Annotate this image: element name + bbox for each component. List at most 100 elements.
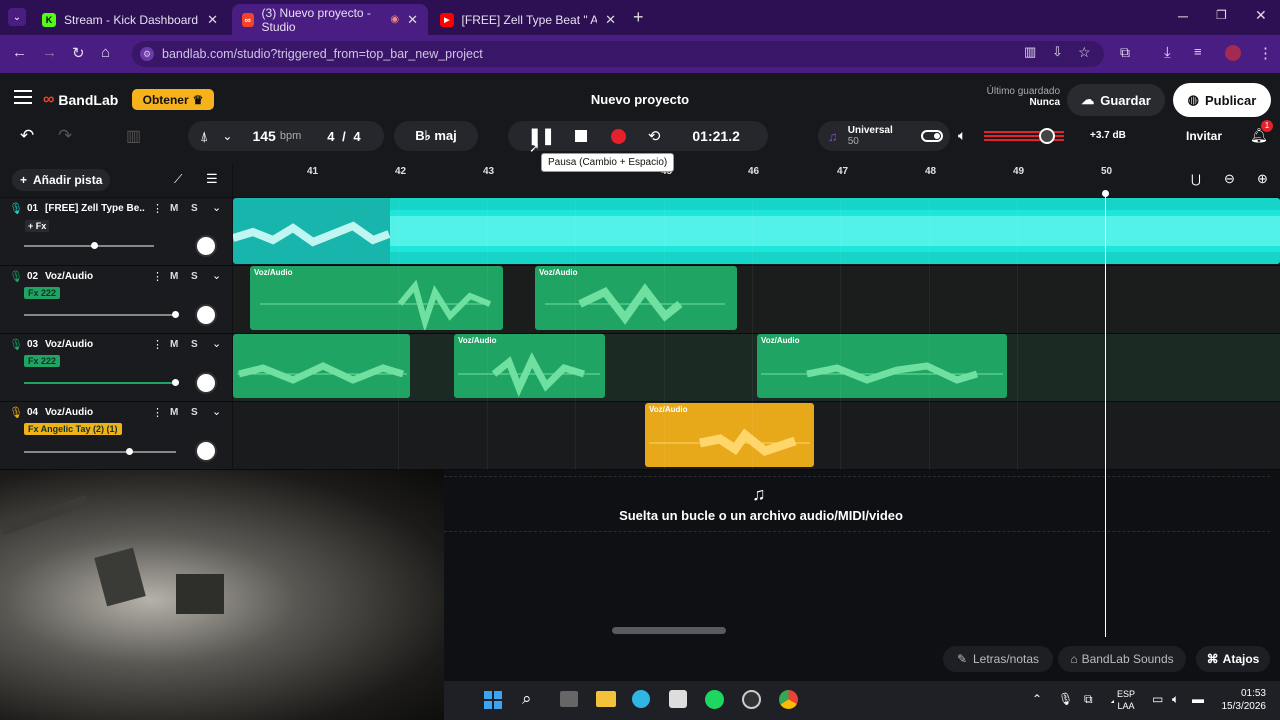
solo-button[interactable]: S <box>191 203 198 214</box>
file-explorer-icon[interactable] <box>596 691 616 707</box>
undo-icon[interactable]: ↶ <box>20 126 34 146</box>
tab-bandlab[interactable]: ∞ (3) Nuevo proyecto - Studio ◉ ✕ <box>232 4 428 35</box>
chevron-down-icon[interactable]: ⌄ <box>212 269 221 282</box>
track-menu-icon[interactable]: ⋮ <box>152 338 163 351</box>
store-icon[interactable] <box>669 690 687 708</box>
system-clock[interactable]: 01:53 15/3/2026 <box>1220 687 1267 713</box>
master-volume-slider[interactable] <box>984 127 1064 145</box>
spotify-icon[interactable] <box>705 690 724 709</box>
playhead[interactable] <box>1105 193 1106 637</box>
track-menu-icon[interactable]: ⋮ <box>152 406 163 419</box>
hamburger-menu-icon[interactable] <box>14 90 32 104</box>
back-icon[interactable]: ← <box>12 44 27 61</box>
search-icon[interactable]: ⌕ <box>522 689 532 709</box>
publicar-button[interactable]: ◍ Publicar <box>1173 83 1271 117</box>
add-fx-button[interactable]: + Fx <box>25 220 50 232</box>
track-volume-slider[interactable] <box>24 451 176 453</box>
chevron-down-icon[interactable]: ⌄ <box>212 201 221 214</box>
slider-thumb[interactable] <box>91 242 98 249</box>
guardar-button[interactable]: ☁ Guardar <box>1067 84 1165 116</box>
solo-button[interactable]: S <box>191 339 198 350</box>
pan-knob[interactable] <box>195 304 217 326</box>
profile-avatar[interactable] <box>1225 45 1241 61</box>
site-info-icon[interactable]: ⚙ <box>140 47 154 61</box>
automation-icon[interactable]: ⟋ <box>174 172 182 187</box>
chevron-down-icon[interactable]: ⌄ <box>212 405 221 418</box>
volume-slider-thumb[interactable] <box>1039 128 1055 144</box>
tab-search-button[interactable]: ⌄ <box>8 8 26 26</box>
chevron-down-icon[interactable]: ⌄ <box>222 129 232 143</box>
forward-icon[interactable]: → <box>42 44 57 61</box>
dropzone[interactable] <box>444 476 1270 532</box>
chevron-down-icon[interactable]: ⌄ <box>212 337 221 350</box>
battery-icon[interactable]: ▬ <box>1192 692 1204 706</box>
loop-icon[interactable]: ⟲ <box>648 127 661 145</box>
stop-button[interactable] <box>574 130 587 142</box>
bandlab-sounds-button[interactable]: ⌂ BandLab Sounds <box>1058 646 1186 672</box>
key-selector[interactable]: B♭ maj <box>394 121 478 151</box>
audio-clip[interactable]: Voz/Audio <box>645 403 814 467</box>
tempo-value[interactable]: 145 <box>252 128 275 144</box>
task-view-icon[interactable] <box>560 691 578 707</box>
snap-magnet-icon[interactable]: ⋃ <box>1191 172 1201 186</box>
pan-knob[interactable] <box>195 235 217 257</box>
close-icon[interactable]: ✕ <box>407 12 418 28</box>
playhead-handle[interactable] <box>1102 190 1109 197</box>
track-name[interactable]: Voz/Audio <box>45 339 93 350</box>
address-bar[interactable]: ⚙ bandlab.com/studio?triggered_from=top_… <box>132 41 1104 67</box>
close-icon[interactable]: ✕ <box>605 12 616 28</box>
audio-clip[interactable] <box>233 198 1280 264</box>
mute-button[interactable]: M <box>170 339 178 350</box>
edge-icon[interactable] <box>632 690 650 708</box>
audio-clip[interactable]: Voz/Audio <box>250 266 503 330</box>
solo-button[interactable]: S <box>191 407 198 418</box>
close-icon[interactable]: ✕ <box>207 12 218 28</box>
fx-badge[interactable]: Fx 222 <box>24 287 61 299</box>
slider-thumb[interactable] <box>172 379 179 386</box>
menu-icon[interactable]: ⋮ <box>1258 44 1273 62</box>
fx-badge[interactable]: Fx 222 <box>24 355 61 367</box>
audio-clip[interactable]: Voz/Audio <box>757 334 1007 398</box>
volume-icon[interactable]: 🔈︎ <box>1172 692 1179 707</box>
slider-thumb[interactable] <box>126 448 133 455</box>
media-control-icon[interactable]: ≡ <box>1194 44 1202 59</box>
new-tab-button[interactable]: + <box>633 7 644 28</box>
letras-button[interactable]: ✎ Letras/notas <box>943 646 1053 672</box>
mute-button[interactable]: M <box>170 203 178 214</box>
horizontal-scrollbar[interactable] <box>612 627 726 634</box>
extensions-icon[interactable]: ⧉ <box>1120 44 1130 61</box>
maximize-button[interactable]: ❐ <box>1216 8 1227 22</box>
pan-knob[interactable] <box>195 440 217 462</box>
track-volume-slider[interactable] <box>24 382 176 384</box>
universal-control[interactable]: ♫ Universal 50 <box>818 121 950 151</box>
reload-icon[interactable]: ↻ <box>72 44 85 62</box>
obtener-button[interactable]: Obtener ♛ <box>132 89 214 110</box>
mute-button[interactable]: M <box>170 407 178 418</box>
track-filter-icon[interactable]: ☰ <box>206 171 218 187</box>
zoom-in-icon[interactable]: ⊕ <box>1257 171 1268 187</box>
track-name[interactable]: [FREE] Zell Type Be... <box>45 203 145 214</box>
minimize-button[interactable]: ─ <box>1178 8 1188 24</box>
invitar-button[interactable]: Invitar <box>1176 122 1232 150</box>
add-track-button[interactable]: + Añadir pista <box>12 169 111 191</box>
downloads-icon[interactable]: ⤓ <box>1164 44 1171 61</box>
network-icon[interactable]: ▭ <box>1152 692 1163 706</box>
bandlab-logo[interactable]: ∞ BandLab <box>43 91 118 109</box>
solo-button[interactable]: S <box>191 271 198 282</box>
home-icon[interactable]: ⌂ <box>101 44 110 61</box>
install-app-icon[interactable]: ⇩ <box>1052 44 1063 60</box>
windows-start-icon[interactable] <box>484 691 502 709</box>
audio-clip[interactable]: Voz/Audio <box>454 334 605 398</box>
track-menu-icon[interactable]: ⋮ <box>152 270 163 283</box>
track-name[interactable]: Voz/Audio <box>45 271 93 282</box>
time-signature[interactable]: 4 / 4 <box>327 129 360 144</box>
close-window-button[interactable]: ✕ <box>1255 7 1267 24</box>
audio-clip[interactable] <box>233 334 410 398</box>
track-volume-slider[interactable] <box>24 245 154 247</box>
track-volume-slider[interactable] <box>24 314 176 316</box>
reader-mode-icon[interactable]: ▥ <box>1024 44 1036 60</box>
bookmark-star-icon[interactable]: ☆ <box>1078 44 1091 61</box>
chevron-up-icon[interactable]: ⌃ <box>1032 692 1042 706</box>
metronome-icon[interactable]: ⍋ <box>200 128 208 145</box>
slider-thumb[interactable] <box>172 311 179 318</box>
